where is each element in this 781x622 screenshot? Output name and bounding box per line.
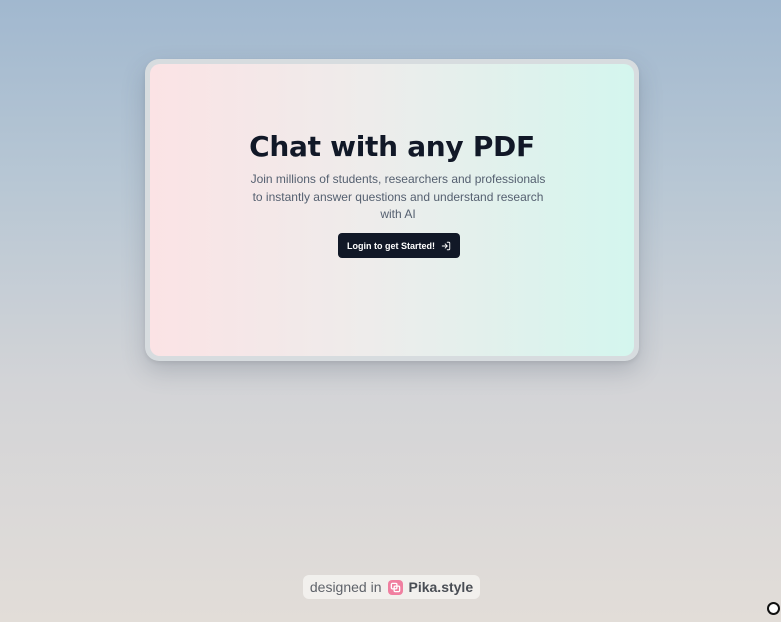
- designed-in-credit[interactable]: designed in Pika.style: [303, 575, 480, 599]
- cursor-circle-icon: [767, 602, 780, 615]
- hero-subtitle: Join millions of students, researchers a…: [250, 172, 546, 221]
- screenshot-frame: Chat with any PDF Join millions of stude…: [145, 59, 639, 361]
- hero-title: Chat with any PDF: [249, 130, 535, 163]
- credit-brand: Pika.style: [408, 579, 474, 595]
- app-screen: Chat with any PDF Join millions of stude…: [150, 64, 634, 356]
- login-button-label: Login to get Started!: [347, 240, 435, 251]
- log-in-icon: [441, 241, 451, 251]
- pika-logo-icon: [387, 579, 403, 595]
- credit-prefix: designed in: [309, 579, 382, 595]
- login-button[interactable]: Login to get Started!: [338, 233, 460, 258]
